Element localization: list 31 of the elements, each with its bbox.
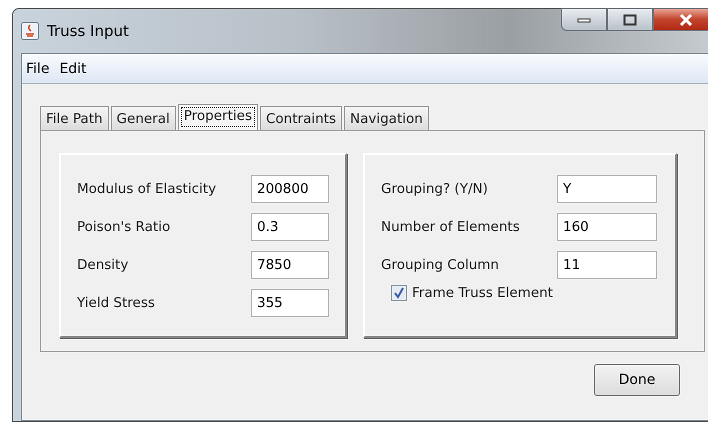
checkbox[interactable] [391, 285, 407, 301]
field-label: Poison's Ratio [77, 219, 172, 235]
tab[interactable]: Navigation [344, 106, 429, 130]
input-field[interactable]: Y [557, 175, 657, 203]
menu-item[interactable]: Edit [59, 60, 87, 76]
maximize-icon [623, 14, 637, 26]
field-label: Grouping? (Y/N) [381, 181, 489, 197]
input-field[interactable]: 200800 [251, 175, 329, 203]
input-field[interactable]: 7850 [251, 251, 329, 279]
close-icon [678, 14, 694, 26]
tab[interactable]: General [110, 106, 176, 130]
field-label: Grouping Column [381, 257, 500, 273]
field-label: Modulus of Elasticity [77, 181, 218, 197]
input-field[interactable]: 11 [557, 251, 657, 279]
tab[interactable]: Contraints [260, 106, 342, 130]
window-title: Truss Input [47, 22, 129, 40]
field-label: Yield Stress [77, 295, 156, 311]
maximize-button[interactable] [607, 8, 653, 31]
field-label: Density [77, 257, 130, 273]
minimize-button[interactable] [561, 8, 607, 31]
input-field[interactable]: 355 [251, 289, 329, 317]
input-field[interactable]: 160 [557, 213, 657, 241]
tab[interactable]: Properties [178, 104, 258, 130]
field-label: Number of Elements [381, 219, 521, 235]
minimize-icon [577, 16, 591, 22]
close-button[interactable] [653, 8, 708, 31]
input-field[interactable]: 0.3 [251, 213, 329, 241]
checkbox-label: Frame Truss Element [412, 285, 553, 301]
menu-item[interactable]: File [26, 60, 50, 76]
tab[interactable]: File Path [40, 106, 109, 130]
done-button[interactable]: Done [594, 364, 680, 396]
